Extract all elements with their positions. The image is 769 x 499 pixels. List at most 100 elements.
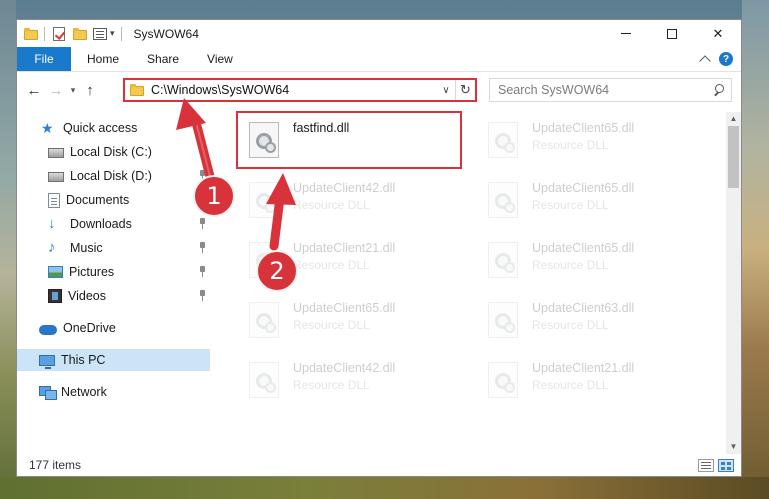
up-button[interactable]: ↑ <box>79 79 101 101</box>
documents-icon <box>48 192 60 208</box>
sidebar-item-label: Local Disk (D:) <box>70 169 152 183</box>
desktop-background-left <box>0 0 16 499</box>
dll-file-icon <box>249 302 279 338</box>
file-item[interactable]: UpdateClient65.dll Resource DLL <box>475 236 705 286</box>
file-type: Resource DLL <box>293 258 370 272</box>
sidebar-item-local-disk-c[interactable]: Local Disk (C:) <box>17 141 210 163</box>
refresh-icon[interactable]: ↻ <box>455 80 475 100</box>
file-item[interactable]: UpdateClient63.dll Resource DLL <box>475 296 705 346</box>
close-icon: ✕ <box>712 25 724 41</box>
navigation-pane: ★ Quick access Local Disk (C:) Local Dis… <box>17 112 210 452</box>
step-2-badge: 2 <box>256 250 298 292</box>
dll-file-icon <box>488 242 518 278</box>
file-item[interactable]: UpdateClient65.dll Resource DLL <box>475 176 705 226</box>
details-view-icon[interactable] <box>698 458 714 472</box>
pin-icon <box>198 290 206 302</box>
file-name: UpdateClient65.dll <box>532 181 635 195</box>
help-icon[interactable]: ? <box>719 52 733 66</box>
drive-icon <box>48 172 64 182</box>
window-title: SysWOW64 <box>133 26 199 41</box>
rename-icon[interactable] <box>93 27 107 40</box>
sidebar-item-onedrive[interactable]: OneDrive <box>17 317 210 339</box>
close-button[interactable]: ✕ <box>695 20 741 47</box>
sidebar-item-this-pc[interactable]: This PC <box>17 349 210 371</box>
file-type: Resource DLL <box>532 378 609 392</box>
sidebar-item-pictures[interactable]: Pictures <box>17 261 210 283</box>
vertical-scrollbar[interactable]: ▲ ▼ <box>726 112 741 454</box>
folder-icon <box>24 27 38 40</box>
search-placeholder: Search SysWOW64 <box>498 83 610 97</box>
tab-share[interactable]: Share <box>133 47 193 71</box>
tab-view[interactable]: View <box>193 47 247 71</box>
file-name: UpdateClient42.dll <box>293 181 396 195</box>
collapse-ribbon-icon[interactable] <box>699 55 711 67</box>
sidebar-item-label: Music <box>70 241 103 255</box>
sidebar-item-label: Network <box>61 385 107 399</box>
file-item[interactable]: UpdateClient21.dll Resource DLL <box>475 356 705 406</box>
search-icon[interactable] <box>711 82 731 98</box>
sidebar-item-local-disk-d[interactable]: Local Disk (D:) <box>17 165 210 187</box>
file-item[interactable]: UpdateClient65.dll Resource DLL <box>236 296 466 346</box>
file-item[interactable]: UpdateClient65.dll Resource DLL <box>475 116 705 166</box>
file-name: UpdateClient42.dll <box>293 361 396 375</box>
desktop-background-right <box>742 0 769 499</box>
status-bar: 177 items <box>17 454 741 476</box>
forward-button[interactable]: → <box>45 79 67 101</box>
file-type: Resource DLL <box>293 318 370 332</box>
sidebar-item-documents[interactable]: Documents <box>17 189 210 211</box>
file-type: Resource DLL <box>532 318 609 332</box>
file-name: UpdateClient63.dll <box>532 301 635 315</box>
folder-icon <box>130 84 144 96</box>
quick-access-dropdown-icon[interactable]: ▾ <box>110 28 115 39</box>
sidebar-item-label: Quick access <box>63 121 138 135</box>
sidebar-item-label: This PC <box>61 353 106 367</box>
scrollbar-thumb[interactable] <box>728 126 739 188</box>
sidebar-item-quick-access[interactable]: ★ Quick access <box>17 117 210 139</box>
maximize-button[interactable] <box>649 20 695 47</box>
file-list: fastfind.dll UpdateClient65.dll Resource… <box>222 111 722 454</box>
drive-icon <box>48 148 64 158</box>
downloads-icon: ↓ <box>48 215 56 232</box>
address-path[interactable]: C:\Windows\SysWOW64 <box>151 83 437 97</box>
file-type: Resource DLL <box>293 198 370 212</box>
dll-file-icon <box>488 362 518 398</box>
new-folder-icon[interactable] <box>73 27 87 40</box>
window-controls: ✕ <box>603 20 741 47</box>
tab-home[interactable]: Home <box>71 47 133 71</box>
tiles-view-icon[interactable] <box>718 458 734 472</box>
toolbar-separator <box>44 26 45 41</box>
star-icon: ★ <box>41 120 54 136</box>
properties-check-icon[interactable] <box>53 26 65 41</box>
scroll-up-icon[interactable]: ▲ <box>726 112 741 126</box>
back-button[interactable]: ← <box>23 79 45 101</box>
maximize-icon <box>667 28 677 39</box>
ribbon-tabs: File Home Share View ? <box>17 47 741 72</box>
address-bar[interactable]: C:\Windows\SysWOW64 ∨ ↻ <box>123 78 477 102</box>
file-name: UpdateClient65.dll <box>293 301 396 315</box>
sidebar-item-downloads[interactable]: ↓ Downloads <box>17 213 210 235</box>
file-item[interactable]: UpdateClient42.dll Resource DLL <box>236 356 466 406</box>
scroll-down-icon[interactable]: ▼ <box>726 440 741 454</box>
file-type: Resource DLL <box>532 198 609 212</box>
sidebar-item-network[interactable]: Network <box>17 381 210 403</box>
dll-file-icon <box>249 182 279 218</box>
title-bar: ▾ SysWOW64 ✕ <box>17 20 741 47</box>
view-switcher <box>698 458 734 472</box>
recent-locations-dropdown[interactable]: ▾ <box>67 85 79 96</box>
videos-icon <box>48 289 62 303</box>
network-icon <box>39 386 57 400</box>
desktop-background-bottom <box>0 477 769 499</box>
pin-icon <box>198 266 206 278</box>
file-name: UpdateClient21.dll <box>532 361 635 375</box>
search-input[interactable]: Search SysWOW64 <box>489 78 732 102</box>
sidebar-item-label: Pictures <box>69 265 115 279</box>
dll-file-icon <box>249 362 279 398</box>
onedrive-icon <box>39 324 57 335</box>
sidebar-item-videos[interactable]: Videos <box>17 285 210 307</box>
address-dropdown-icon[interactable]: ∨ <box>437 85 455 96</box>
file-item[interactable]: UpdateClient42.dll Resource DLL <box>236 176 466 226</box>
navigation-bar: ← → ▾ ↑ C:\Windows\SysWOW64 ∨ ↻ Search S… <box>17 75 741 105</box>
sidebar-item-music[interactable]: ♪ Music <box>17 237 210 259</box>
minimize-button[interactable] <box>603 20 649 47</box>
tab-file[interactable]: File <box>17 47 71 71</box>
